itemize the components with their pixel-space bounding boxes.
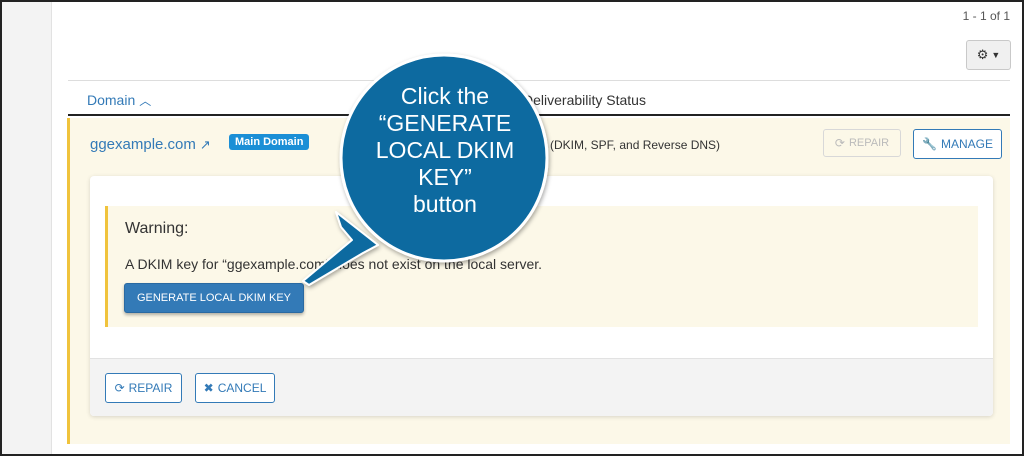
callout-line: KEY”: [418, 164, 472, 190]
callout-line: button: [413, 191, 477, 217]
callout-text: Click the “GENERATE LOCAL DKIM KEY” butt…: [345, 83, 545, 218]
callout-annotation: [302, 53, 549, 286]
callout-line: Click the: [400, 83, 490, 109]
callout-line: LOCAL DKIM: [375, 137, 515, 163]
callout-line: “GENERATE: [378, 110, 512, 136]
